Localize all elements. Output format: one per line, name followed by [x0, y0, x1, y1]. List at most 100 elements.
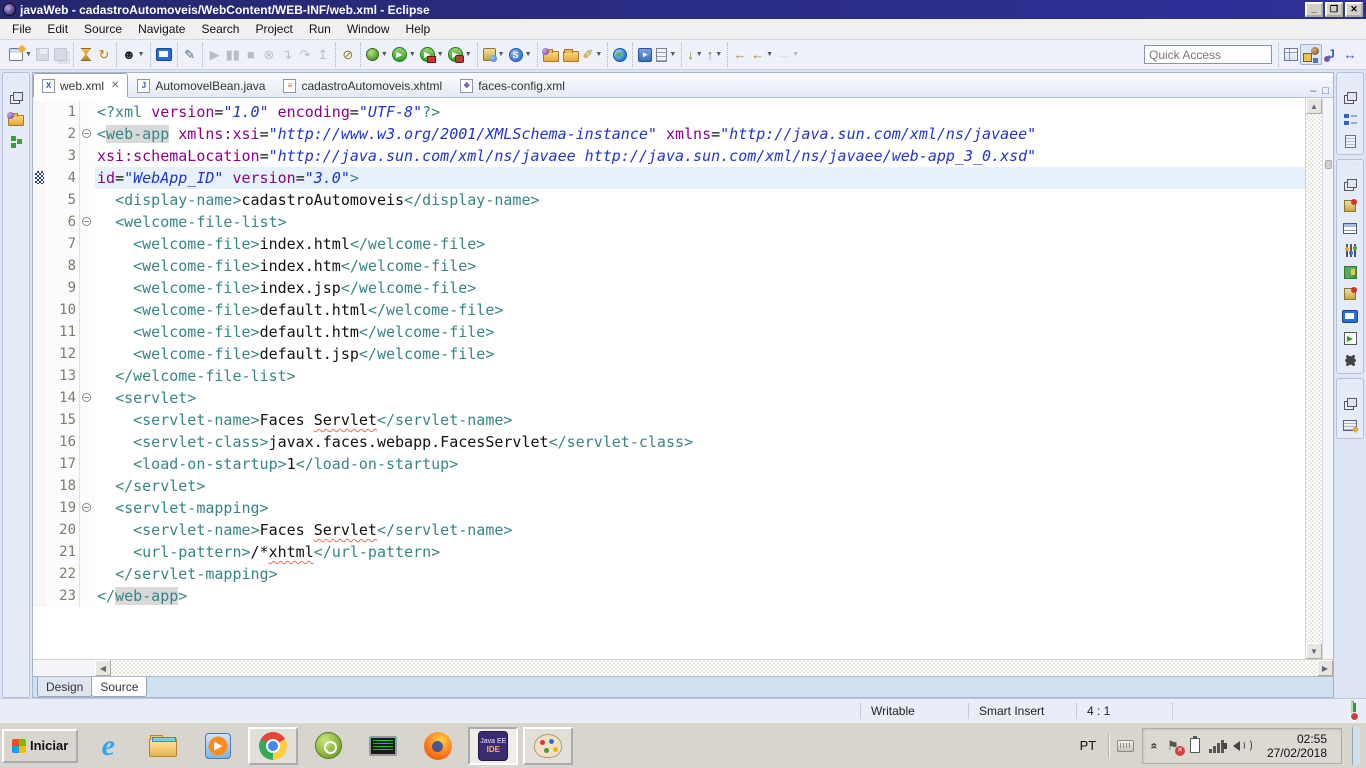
dropdown-arrow-icon[interactable]: ▼ [138, 51, 145, 58]
tab-automovelbean-java[interactable]: J AutomovelBean.java [128, 73, 274, 97]
external-tools-button[interactable]: ► [636, 46, 654, 64]
templates-icon[interactable] [1339, 131, 1361, 151]
servers-icon[interactable] [1339, 196, 1361, 216]
javaee-perspective-button[interactable] [1300, 44, 1322, 65]
dropdown-arrow-icon[interactable]: ▼ [498, 51, 505, 58]
run-button[interactable]: ▶ ▼ [390, 45, 418, 64]
menu-search[interactable]: Search [193, 20, 247, 38]
run-on-server-button[interactable]: ▶ ▼ [418, 45, 446, 64]
taskbar-android-studio-button[interactable] [303, 727, 353, 765]
taskbar-paint-button[interactable] [523, 726, 574, 765]
code-line[interactable]: 11 <welcome-file>default.htm</welcome-fi… [33, 321, 1305, 343]
code-line[interactable]: 3 xsi:schemaLocation="http://java.sun.com… [33, 145, 1305, 167]
code-line[interactable]: 17 <load-on-startup>1</load-on-startup> [33, 453, 1305, 475]
vertical-scrollbar[interactable]: ▲ ▼ [1305, 98, 1322, 659]
spider-icon[interactable] [1339, 350, 1361, 370]
profile-button[interactable]: ▶ ▼ [446, 45, 474, 64]
minimize-editor-icon[interactable]: – [1310, 85, 1316, 97]
menu-window[interactable]: Window [339, 20, 398, 38]
notification-icon[interactable] [1354, 702, 1356, 719]
taskbar-eclipse-button[interactable]: Java EE IDE [468, 726, 519, 765]
code-line[interactable]: 13 </welcome-file-list> [33, 365, 1305, 387]
code-line[interactable]: 16 <servlet-class>javax.faces.webapp.Fac… [33, 431, 1305, 453]
dropdown-arrow-icon[interactable]: ▼ [437, 51, 444, 58]
next-annotation-button[interactable]: ↓ ▼ [685, 46, 704, 64]
code-line[interactable]: 20 <servlet-name>Faces Servlet</servlet-… [33, 519, 1305, 541]
menu-source[interactable]: Source [76, 20, 130, 38]
dropdown-arrow-icon[interactable]: ▼ [409, 51, 416, 58]
start-button[interactable]: Iniciar [2, 728, 79, 763]
restore-pane-icon[interactable] [1339, 393, 1361, 413]
last-edit-location-button[interactable]: ← [731, 46, 749, 64]
outline-icon[interactable] [1339, 109, 1361, 129]
minimize-button[interactable]: _ [1305, 2, 1323, 17]
outline-tree-icon[interactable] [5, 131, 27, 151]
new-button[interactable]: ▼ [7, 46, 34, 63]
network-signal-icon[interactable] [1208, 739, 1224, 753]
menu-edit[interactable]: Edit [39, 20, 76, 38]
maximize-editor-icon[interactable]: □ [1322, 85, 1329, 97]
code-line[interactable]: 12 <welcome-file>default.jsp</welcome-fi… [33, 343, 1305, 365]
scroll-down-button[interactable]: ▼ [1306, 643, 1322, 659]
battery-icon[interactable] [1189, 736, 1200, 753]
vertical-scroll-track[interactable] [1306, 114, 1322, 643]
code-line[interactable]: 22 </servlet-mapping> [33, 563, 1305, 585]
restore-pane-icon[interactable] [1339, 174, 1361, 194]
code-line[interactable]: 5 <display-name>cadastroAutomoveis</disp… [33, 189, 1305, 211]
code-line[interactable]: 15 <servlet-name>Faces Servlet</servlet-… [33, 409, 1305, 431]
tab-cadastroautomoveis-xhtml[interactable]: ≡ cadastroAutomoveis.xhtml [274, 73, 451, 97]
scroll-left-button[interactable]: ◀ [95, 660, 111, 676]
skip-breakpoints-button[interactable]: ⊘ [339, 46, 357, 64]
console-icon[interactable] [1339, 306, 1361, 326]
back-button[interactable]: ← ▼ [749, 46, 775, 64]
dropdown-arrow-icon[interactable]: ▼ [715, 51, 722, 58]
taskbar-terminal-button[interactable] [358, 727, 408, 765]
dropdown-arrow-icon[interactable]: ▼ [766, 51, 773, 58]
tab-web-xml[interactable]: Xweb.xml ✕ [33, 73, 129, 97]
user-account-button[interactable]: ☻ ▼ [120, 46, 147, 64]
project-explorer-icon[interactable] [5, 109, 27, 129]
taskbar-chrome-button[interactable] [248, 726, 299, 765]
code-line[interactable]: 1 <?xml version="1.0" encoding="UTF-8"?> [33, 101, 1305, 123]
dropdown-arrow-icon[interactable]: ▼ [25, 51, 32, 58]
code-line[interactable]: 4 id="WebApp_ID" version="3.0"> [33, 167, 1305, 189]
menu-project[interactable]: Project [247, 20, 300, 38]
refresh-button[interactable]: ↻ [95, 46, 113, 64]
dropdown-arrow-icon[interactable]: ▼ [595, 51, 602, 58]
java-perspective-button[interactable]: J [1322, 45, 1341, 64]
other-perspective-button[interactable]: ↔ [1341, 46, 1359, 64]
dropdown-arrow-icon[interactable]: ▼ [792, 51, 799, 58]
horizontal-scroll-track[interactable] [111, 660, 1317, 676]
shortcuts-icon[interactable]: ▶ [1339, 328, 1361, 348]
language-indicator[interactable]: PT [1076, 738, 1101, 753]
menu-run[interactable]: Run [301, 20, 339, 38]
fold-collapse-icon[interactable] [82, 503, 91, 512]
menu-help[interactable]: Help [398, 20, 439, 38]
fold-collapse-icon[interactable] [82, 217, 91, 226]
close-button[interactable]: ✕ [1345, 2, 1363, 17]
open-browser-button[interactable] [611, 46, 629, 64]
tray-clock[interactable]: 02:55 27/02/2018 [1261, 732, 1333, 760]
mark-occurrences-button[interactable]: ✎ [181, 46, 199, 64]
code-line[interactable]: 7 <welcome-file>index.html</welcome-file… [33, 233, 1305, 255]
overview-ruler[interactable] [1322, 98, 1333, 659]
code-line[interactable]: 9 <welcome-file>index.jsp</welcome-file> [33, 277, 1305, 299]
taskbar-firefox-button[interactable] [413, 727, 463, 765]
dropdown-arrow-icon[interactable]: ▼ [669, 51, 676, 58]
code-line[interactable]: 19 <servlet-mapping> [33, 497, 1305, 519]
code-line[interactable]: 14 <servlet> [33, 387, 1305, 409]
dropdown-arrow-icon[interactable]: ▼ [381, 51, 388, 58]
previous-annotation-button[interactable]: ↑ ▼ [705, 46, 724, 64]
palette-icon[interactable] [1339, 262, 1361, 282]
export-button[interactable] [561, 46, 581, 64]
web-service-wizard-button[interactable]: S ▼ [507, 46, 534, 64]
restore-button[interactable]: ❐ [1325, 2, 1343, 17]
tab-source[interactable]: Source [91, 677, 148, 697]
fold-collapse-icon[interactable] [82, 393, 91, 402]
tray-expand-icon[interactable]: « [1148, 742, 1162, 749]
code-line[interactable]: 18 </servlet> [33, 475, 1305, 497]
code-line[interactable]: 10 <welcome-file>default.html</welcome-f… [33, 299, 1305, 321]
code-line[interactable]: 6 <welcome-file-list> [33, 211, 1305, 233]
dropdown-arrow-icon[interactable]: ▼ [465, 51, 472, 58]
quick-access-input[interactable] [1144, 45, 1272, 64]
